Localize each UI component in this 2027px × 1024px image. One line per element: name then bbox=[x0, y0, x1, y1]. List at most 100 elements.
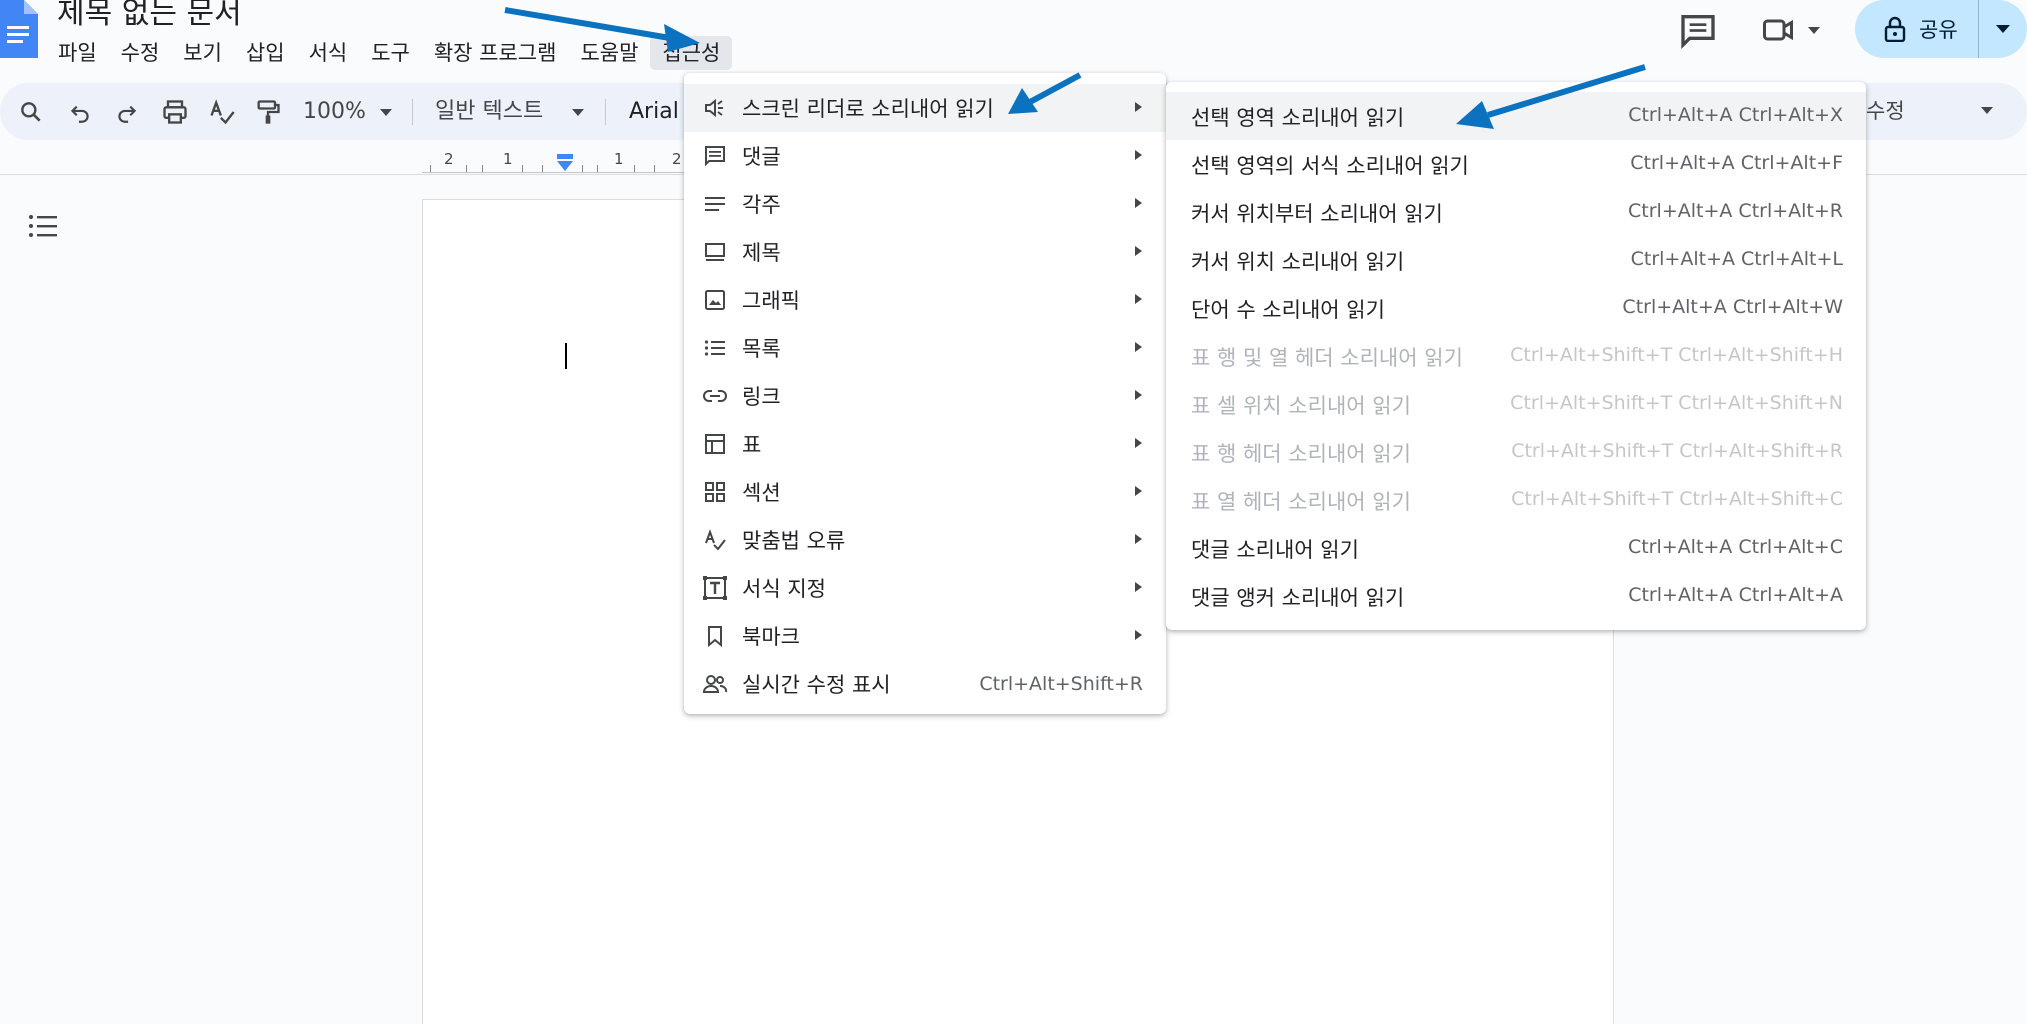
print-icon[interactable] bbox=[160, 97, 190, 127]
menu-item-label: 표 bbox=[742, 433, 762, 457]
submenu-item-read-word-count[interactable]: 단어 수 소리내어 읽기 Ctrl+Alt+A Ctrl+Alt+W bbox=[1166, 284, 1866, 332]
menu-item-screen-reader[interactable]: 스크린 리더로 소리내어 읽기 bbox=[684, 84, 1166, 132]
meet-button[interactable] bbox=[1760, 12, 1832, 48]
redo-icon[interactable] bbox=[112, 97, 142, 127]
menu-help[interactable]: 도움말 bbox=[568, 36, 650, 70]
menu-item-links[interactable]: 링크 bbox=[684, 372, 1166, 420]
spellcheck-icon bbox=[702, 527, 728, 553]
submenu-arrow-icon bbox=[1135, 486, 1142, 496]
submenu-item-shortcut: Ctrl+Alt+A Ctrl+Alt+X bbox=[1628, 104, 1843, 126]
people-icon bbox=[702, 671, 728, 697]
menu-view[interactable]: 보기 bbox=[171, 36, 234, 70]
comment-history-button[interactable] bbox=[1678, 10, 1718, 50]
ruler-tick bbox=[542, 165, 543, 172]
share-options-button[interactable] bbox=[1979, 0, 2027, 58]
submenu-item-shortcut: Ctrl+Alt+A Ctrl+Alt+L bbox=[1630, 248, 1843, 270]
menu-tools[interactable]: 도구 bbox=[359, 36, 422, 70]
ruler-tick bbox=[430, 165, 431, 172]
submenu-item-shortcut: Ctrl+Alt+Shift+T Ctrl+Alt+Shift+H bbox=[1510, 344, 1843, 366]
submenu-item-shortcut: Ctrl+Alt+Shift+T Ctrl+Alt+Shift+R bbox=[1511, 440, 1843, 462]
menu-item-label: 섹션 bbox=[742, 481, 781, 505]
submenu-item-shortcut: Ctrl+Alt+Shift+T Ctrl+Alt+Shift+N bbox=[1510, 392, 1843, 414]
zoom-select[interactable]: 100% bbox=[303, 97, 366, 127]
font-select[interactable]: Arial bbox=[629, 97, 679, 127]
chevron-down-icon bbox=[1981, 107, 1993, 114]
menu-item-headings[interactable]: 제목 bbox=[684, 228, 1166, 276]
share-button[interactable]: 공유 bbox=[1855, 0, 1978, 58]
comment-icon bbox=[1681, 15, 1715, 50]
submenu-item-read-comment[interactable]: 댓글 소리내어 읽기 Ctrl+Alt+A Ctrl+Alt+C bbox=[1166, 524, 1866, 572]
submenu-item-label: 선택 영역의 서식 소리내어 읽기 bbox=[1191, 154, 1469, 178]
indent-marker-icon[interactable] bbox=[554, 154, 576, 172]
ruler-label: 1 bbox=[614, 150, 624, 168]
format-text-icon bbox=[702, 575, 728, 601]
menu-item-tables[interactable]: 표 bbox=[684, 420, 1166, 468]
menu-item-lists[interactable]: 목록 bbox=[684, 324, 1166, 372]
paint-format-icon[interactable] bbox=[253, 97, 283, 127]
spellcheck-icon[interactable] bbox=[207, 97, 237, 127]
submenu-item-read-cursor-location[interactable]: 커서 위치 소리내어 읽기 Ctrl+Alt+A Ctrl+Alt+L bbox=[1166, 236, 1866, 284]
menu-item-sections[interactable]: 섹션 bbox=[684, 468, 1166, 516]
menu-item-live-edits[interactable]: 실시간 수정 표시 Ctrl+Alt+Shift+R bbox=[684, 660, 1166, 708]
submenu-item-read-selection-format[interactable]: 선택 영역의 서식 소리내어 읽기 Ctrl+Alt+A Ctrl+Alt+F bbox=[1166, 140, 1866, 188]
menu-insert[interactable]: 삽입 bbox=[234, 36, 297, 70]
menu-item-footnotes[interactable]: 각주 bbox=[684, 180, 1166, 228]
editing-mode-label[interactable]: 수정 bbox=[1866, 95, 1905, 125]
submenu-arrow-icon bbox=[1135, 582, 1142, 592]
menu-item-label: 서식 지정 bbox=[742, 577, 826, 601]
submenu-arrow-icon bbox=[1135, 534, 1142, 544]
table-icon bbox=[702, 431, 728, 457]
comment-icon bbox=[702, 143, 728, 169]
submenu-arrow-icon bbox=[1135, 150, 1142, 160]
ruler-tick bbox=[482, 165, 483, 172]
chevron-down-icon bbox=[1996, 25, 2010, 33]
menu-extensions[interactable]: 확장 프로그램 bbox=[422, 36, 569, 70]
submenu-item-shortcut: Ctrl+Alt+A Ctrl+Alt+A bbox=[1628, 584, 1843, 606]
undo-icon[interactable] bbox=[65, 97, 95, 127]
docs-logo-icon[interactable] bbox=[0, 0, 38, 58]
share-label: 공유 bbox=[1919, 18, 1958, 42]
submenu-item-label: 표 셀 위치 소리내어 읽기 bbox=[1191, 394, 1411, 418]
submenu-arrow-icon bbox=[1135, 438, 1142, 448]
accessibility-menu: 스크린 리더로 소리내어 읽기 댓글 각주 제목 그래픽 목록 링크 표 섹션 … bbox=[684, 73, 1166, 714]
submenu-arrow-icon bbox=[1135, 342, 1142, 352]
menu-item-label: 댓글 bbox=[742, 145, 781, 169]
link-icon bbox=[702, 383, 728, 409]
submenu-item-shortcut: Ctrl+Alt+A Ctrl+Alt+F bbox=[1630, 152, 1843, 174]
paragraph-style-select[interactable]: 일반 텍스트 bbox=[435, 97, 543, 127]
menu-item-label: 제목 bbox=[742, 241, 781, 265]
submenu-item-read-comment-anchor[interactable]: 댓글 앵커 소리내어 읽기 Ctrl+Alt+A Ctrl+Alt+A bbox=[1166, 572, 1866, 620]
menu-item-comments[interactable]: 댓글 bbox=[684, 132, 1166, 180]
heading-icon bbox=[702, 239, 728, 265]
toolbar-divider bbox=[605, 99, 606, 125]
submenu-arrow-icon bbox=[1135, 246, 1142, 256]
menu-item-formatting[interactable]: 서식 지정 bbox=[684, 564, 1166, 612]
bookmark-icon bbox=[702, 623, 728, 649]
submenu-item-read-from-cursor[interactable]: 커서 위치부터 소리내어 읽기 Ctrl+Alt+A Ctrl+Alt+R bbox=[1166, 188, 1866, 236]
menu-format[interactable]: 서식 bbox=[297, 36, 360, 70]
menu-item-graphics[interactable]: 그래픽 bbox=[684, 276, 1166, 324]
menu-item-label: 그래픽 bbox=[742, 289, 800, 313]
ruler-label: 2 bbox=[444, 150, 454, 168]
document-title[interactable]: 제목 없는 문서 bbox=[57, 0, 242, 29]
ruler-tick bbox=[597, 165, 598, 172]
lock-icon bbox=[1884, 16, 1906, 42]
document-outline-icon[interactable] bbox=[27, 210, 59, 242]
menu-accessibility[interactable]: 접근성 bbox=[650, 36, 733, 70]
menu-item-spelling-errors[interactable]: 맞춤법 오류 bbox=[684, 516, 1166, 564]
menu-item-label: 링크 bbox=[742, 385, 781, 409]
menu-edit[interactable]: 수정 bbox=[109, 36, 172, 70]
submenu-item-shortcut: Ctrl+Alt+A Ctrl+Alt+W bbox=[1622, 296, 1843, 318]
submenu-item-read-selection[interactable]: 선택 영역 소리내어 읽기 Ctrl+Alt+A Ctrl+Alt+X bbox=[1166, 92, 1866, 140]
menu-file[interactable]: 파일 bbox=[46, 36, 109, 70]
footnote-icon bbox=[702, 191, 728, 217]
image-icon bbox=[702, 287, 728, 313]
submenu-arrow-icon bbox=[1135, 630, 1142, 640]
submenu-item-shortcut: Ctrl+Alt+A Ctrl+Alt+C bbox=[1627, 536, 1843, 558]
menu-item-bookmarks[interactable]: 북마크 bbox=[684, 612, 1166, 660]
search-icon[interactable] bbox=[16, 97, 46, 127]
chevron-down-icon bbox=[1808, 26, 1820, 34]
submenu-item-label: 커서 위치부터 소리내어 읽기 bbox=[1191, 202, 1443, 226]
toolbar-divider bbox=[412, 99, 413, 125]
submenu-item-shortcut: Ctrl+Alt+A Ctrl+Alt+R bbox=[1628, 200, 1843, 222]
